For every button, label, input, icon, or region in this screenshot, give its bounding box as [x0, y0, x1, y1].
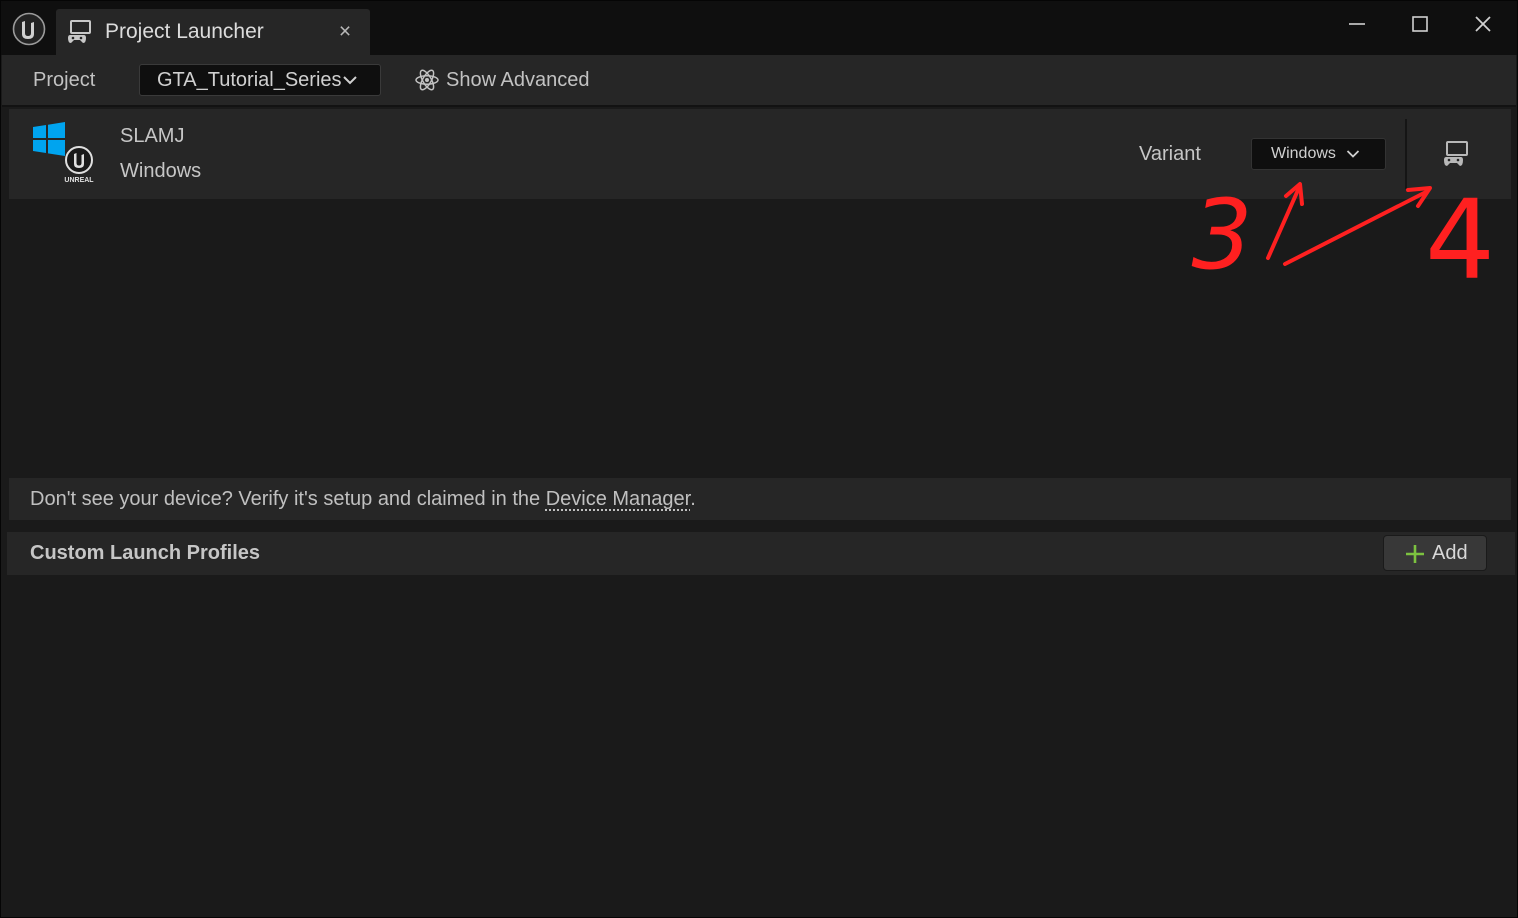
- gamepad-monitor-icon: [68, 20, 91, 43]
- show-advanced-button[interactable]: Show Advanced: [414, 65, 594, 95]
- variant-dropdown-value: Windows: [1271, 145, 1336, 162]
- device-info-text: Don't see your device? Verify it's setup…: [30, 486, 696, 512]
- row-divider: [1405, 119, 1407, 189]
- device-name: SLAMJ: [120, 125, 185, 147]
- project-dropdown-value: GTA_Tutorial_Series: [157, 69, 342, 91]
- close-window-button[interactable]: [1465, 9, 1501, 39]
- profiles-list: [7, 575, 1515, 915]
- device-row[interactable]: UNREAL SLAMJ Windows Variant Windows: [9, 109, 1511, 199]
- gamepad-monitor-icon: [1444, 141, 1468, 166]
- info-prefix: Don't see your device? Verify it's setup…: [30, 488, 546, 510]
- device-platform: Windows: [120, 160, 202, 182]
- windows-unreal-logo-icon: UNREAL: [33, 122, 94, 184]
- project-dropdown[interactable]: GTA_Tutorial_Series: [139, 64, 381, 96]
- atom-icon: [415, 69, 439, 91]
- custom-launch-profiles-header: Custom Launch Profiles Add: [7, 532, 1515, 575]
- add-label: Add: [1432, 542, 1468, 564]
- show-advanced-label: Show Advanced: [446, 69, 590, 91]
- add-profile-button[interactable]: Add: [1383, 535, 1487, 571]
- tab-title: Project Launcher: [105, 20, 264, 43]
- unreal-logo-text: UNREAL: [64, 177, 94, 184]
- chevron-down-icon: [1346, 150, 1360, 158]
- chevron-down-icon: [343, 76, 357, 85]
- minimize-button[interactable]: [1339, 9, 1375, 39]
- maximize-button[interactable]: [1402, 9, 1438, 39]
- plus-icon: [1406, 545, 1424, 563]
- variant-label: Variant: [1139, 143, 1201, 165]
- unreal-engine-logo-icon[interactable]: [12, 12, 46, 46]
- tab-project-launcher[interactable]: Project Launcher ×: [56, 9, 370, 55]
- info-suffix: .: [690, 488, 696, 510]
- project-launcher-window: Project Launcher × Project GTA_Tutorial_…: [0, 0, 1518, 918]
- title-bar: Project Launcher ×: [1, 1, 1517, 55]
- device-manager-link[interactable]: Device Manager: [546, 488, 691, 510]
- toolbar: Project GTA_Tutorial_Series Show Advance…: [2, 55, 1516, 107]
- profiles-title: Custom Launch Profiles: [30, 542, 261, 564]
- tab-close-button[interactable]: ×: [332, 19, 358, 45]
- project-label: Project: [33, 69, 96, 91]
- launch-device-button[interactable]: [1441, 139, 1473, 169]
- variant-dropdown[interactable]: Windows: [1251, 138, 1386, 170]
- device-info-bar: Don't see your device? Verify it's setup…: [9, 478, 1511, 520]
